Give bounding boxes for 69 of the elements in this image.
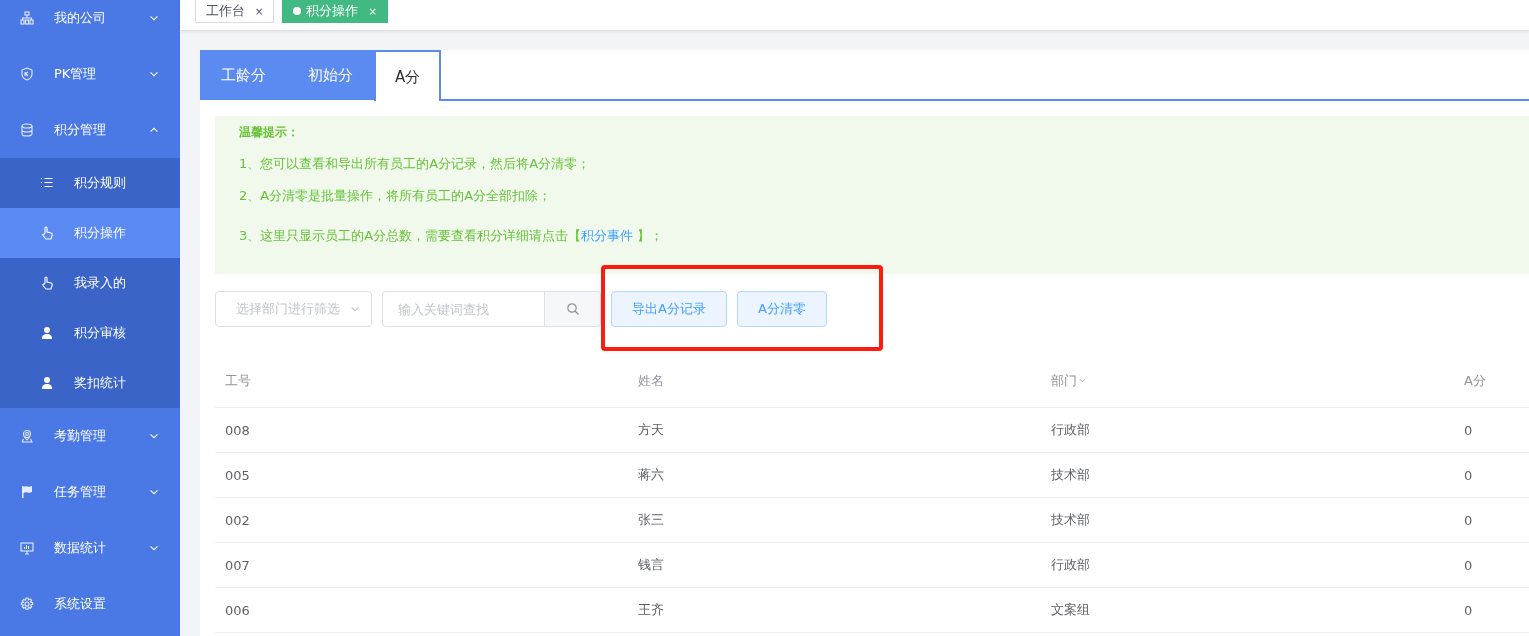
table-cell: 0 (1464, 422, 1473, 438)
menu-group[interactable]: PK管理 (0, 46, 180, 102)
shield-icon (20, 67, 34, 81)
table-cell: 0 (1464, 602, 1473, 618)
org-chart-icon (20, 11, 34, 25)
submenu-item[interactable]: 积分规则 (0, 158, 180, 208)
table-cell: 行政部 (1051, 557, 1090, 572)
settings-icon (20, 597, 34, 611)
user-icon (40, 376, 54, 390)
bracket-text: 【 (568, 228, 582, 243)
menu-group[interactable]: 我的公司 (0, 0, 180, 46)
table-cell: 002 (225, 512, 250, 528)
menu-group[interactable]: 任务管理 (0, 464, 180, 520)
submenu-item[interactable]: 奖扣统计 (0, 358, 180, 408)
hand-pointer-icon (40, 226, 54, 240)
table-cell: 技术部 (1051, 467, 1090, 482)
column-header: A分 (1464, 372, 1486, 388)
list-icon (40, 176, 54, 190)
bracket-text: 】； (636, 228, 664, 243)
table-cell: 王齐 (638, 602, 664, 617)
search-icon (565, 302, 580, 316)
monitor-icon (20, 541, 34, 555)
table-cell: 文案组 (1051, 602, 1090, 617)
menu-group[interactable]: 考勤管理 (0, 408, 180, 464)
search-button[interactable] (545, 291, 601, 327)
tip-text: 1、您可以查看和导出所有员工的A分记录，然后将A分清零； (239, 156, 591, 171)
close-icon[interactable]: × (368, 5, 377, 17)
column-header: 姓名 (638, 372, 664, 388)
search-field[interactable]: 输入关键词查找 (382, 291, 545, 327)
table-cell: 006 (225, 602, 250, 618)
submenu-item[interactable]: 积分操作 (0, 208, 180, 258)
action-button[interactable]: A分清零 (736, 291, 827, 327)
table-cell: 0 (1464, 557, 1473, 573)
table-cell: 0 (1464, 467, 1473, 483)
column-header: 工号 (225, 372, 251, 388)
table-cell: 008 (225, 422, 250, 438)
page-tab[interactable]: 积分操作 × (282, 0, 388, 23)
tab[interactable]: A分 (374, 50, 442, 101)
page-tab[interactable]: 工作台 × (195, 0, 275, 23)
link[interactable]: 积分事件 (581, 228, 634, 243)
submenu-item[interactable]: 积分审核 (0, 308, 180, 358)
table-cell: 钱言 (638, 557, 664, 572)
submenu-item[interactable]: 我录入的 (0, 258, 180, 308)
close-icon[interactable]: × (255, 5, 264, 17)
action-button[interactable]: 导出A分记录 (611, 291, 727, 327)
table-cell: 行政部 (1051, 422, 1090, 437)
tip-text: 3、这里只显示员工的A分总数，需要查看积分详细请点击 (239, 228, 569, 243)
hand-pointer-icon (40, 276, 54, 290)
flag-icon (20, 485, 34, 499)
menu-group[interactable]: 数据统计 (0, 520, 180, 576)
tab[interactable]: 工龄分 (200, 50, 287, 100)
table-cell: 张三 (638, 512, 664, 527)
menu-group[interactable]: 积分管理 (0, 102, 180, 158)
menu-item[interactable]: 系统设置 (0, 576, 180, 632)
tip-text: 2、A分清零是批量操作，将所有员工的A分全部扣除； (239, 188, 552, 203)
table-cell: 方天 (638, 422, 664, 437)
location-pin-icon (20, 429, 34, 443)
tab[interactable]: 初始分 (287, 50, 374, 100)
table-cell: 007 (225, 557, 250, 573)
table-cell: 蒋六 (638, 467, 664, 482)
column-header[interactable]: 部门 (1051, 371, 1087, 390)
table-cell: 技术部 (1051, 512, 1090, 527)
table-cell: 005 (225, 467, 250, 483)
user-icon (40, 326, 54, 340)
table-cell: 0 (1464, 512, 1473, 528)
chevron-icon (1078, 376, 1087, 385)
database-icon (20, 123, 34, 137)
status-dot (293, 7, 302, 15)
tip-title: 温馨提示： (239, 124, 300, 141)
